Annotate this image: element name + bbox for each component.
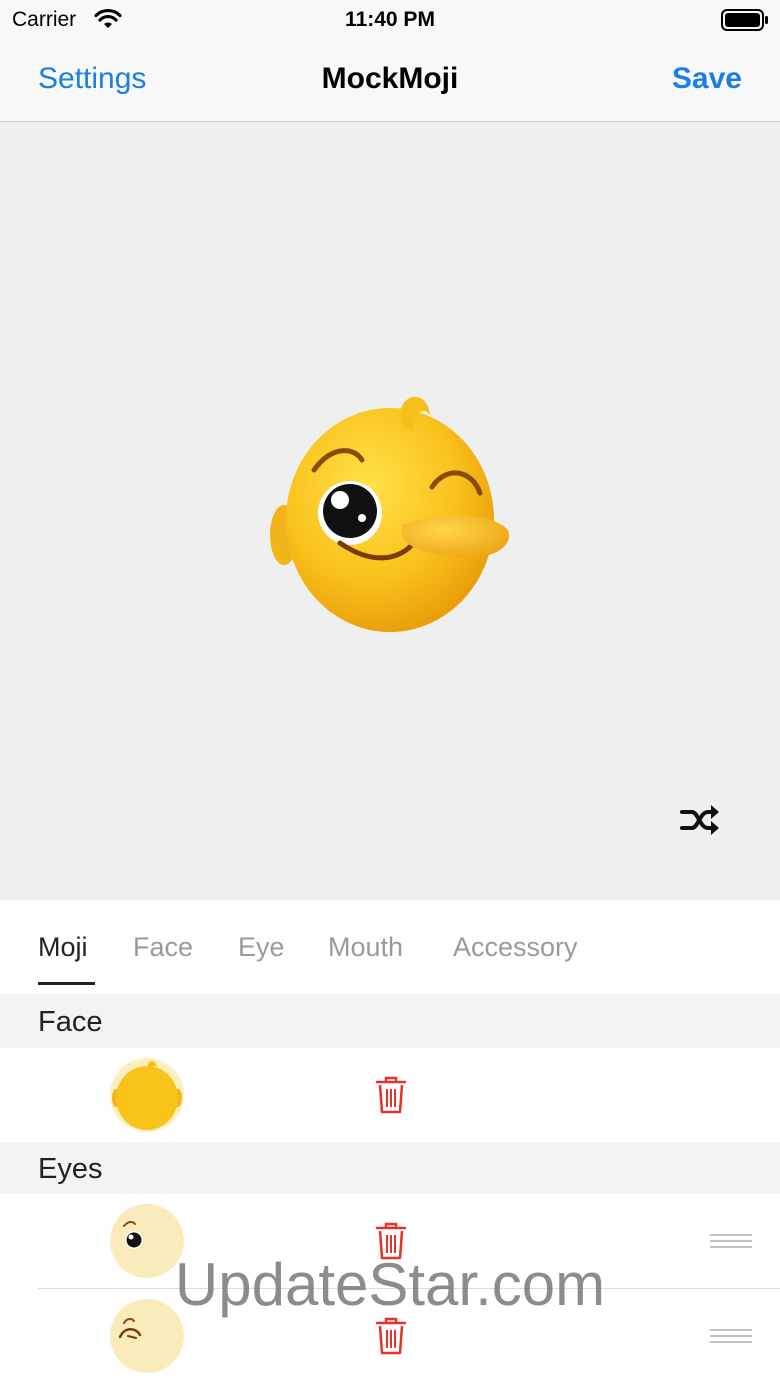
list-item[interactable] xyxy=(0,1048,780,1142)
save-button[interactable]: Save xyxy=(672,62,742,96)
section-title: Face xyxy=(38,1006,103,1038)
category-tabs: Moji Face Eye Mouth Accessory xyxy=(0,900,780,994)
section-header-eyes: Eyes xyxy=(0,1142,780,1194)
trash-icon[interactable] xyxy=(374,1316,408,1361)
section-title: Eyes xyxy=(38,1153,103,1185)
moji-preview xyxy=(262,385,518,640)
watermark-text: UpdateStar.com xyxy=(174,1251,606,1318)
page-title: MockMoji xyxy=(321,62,459,95)
battery-icon xyxy=(721,9,769,36)
reorder-icon[interactable] xyxy=(710,1329,752,1348)
face-thumbnail xyxy=(110,1058,184,1132)
tab-eye[interactable]: Eye xyxy=(238,932,285,963)
active-tab-indicator xyxy=(38,982,95,985)
tab-mouth[interactable]: Mouth xyxy=(328,932,403,963)
status-bar: Carrier 11:40 PM xyxy=(0,0,780,40)
shuffle-icon[interactable] xyxy=(678,800,722,845)
trash-icon[interactable] xyxy=(374,1075,408,1120)
tab-accessory[interactable]: Accessory xyxy=(453,932,578,963)
navigation-bar: Settings MockMoji Save xyxy=(0,40,780,122)
tab-face[interactable]: Face xyxy=(133,932,193,963)
tab-moji[interactable]: Moji xyxy=(38,932,88,963)
clock: 11:40 PM xyxy=(345,8,435,31)
section-header-face: Face xyxy=(0,994,780,1048)
